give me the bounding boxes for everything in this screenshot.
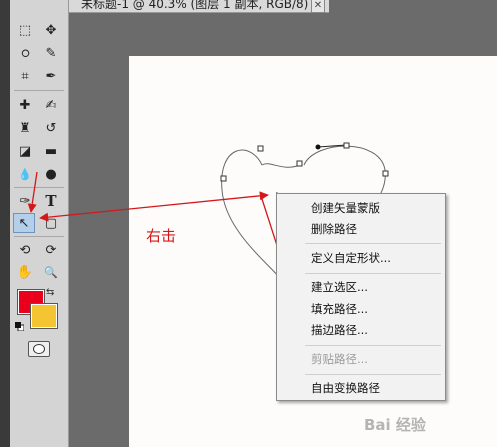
anchor-point xyxy=(382,170,389,177)
menu-separator xyxy=(305,273,441,274)
menu-item-define-custom-shape[interactable]: 定义自定形状... xyxy=(277,248,445,268)
annotation-arrow-right xyxy=(39,191,269,222)
menu-item-create-vector-mask[interactable]: 创建矢量蒙版 xyxy=(277,198,445,218)
anchor-point-selected xyxy=(315,144,321,150)
heart-path-top xyxy=(261,163,301,168)
anchor-point xyxy=(296,160,303,167)
menu-item-delete-path[interactable]: 删除路径 xyxy=(277,219,445,239)
heart-path xyxy=(221,149,283,281)
menu-separator xyxy=(305,345,441,346)
anchor-point xyxy=(343,142,350,149)
menu-item-free-transform-path[interactable]: 自由变换路径 xyxy=(277,378,445,398)
annotation-arrow-down xyxy=(27,171,38,213)
context-menu: 创建矢量蒙版 删除路径 定义自定形状... 建立选区... 填充路径... 描边… xyxy=(276,193,446,401)
watermark: Bai 经验 xyxy=(364,416,426,434)
annotation-label: 右击 xyxy=(146,227,177,245)
menu-separator xyxy=(305,243,441,244)
menu-item-clipping-path: 剪贴路径... xyxy=(311,352,368,366)
anchor-point xyxy=(257,145,264,152)
menu-separator xyxy=(305,374,441,375)
menu-item-make-selection[interactable]: 建立选区... xyxy=(277,277,445,297)
menu-item-stroke-path[interactable]: 描边路径... xyxy=(277,320,445,340)
anchor-point xyxy=(220,175,227,182)
menu-item-fill-path[interactable]: 填充路径... xyxy=(277,299,445,319)
